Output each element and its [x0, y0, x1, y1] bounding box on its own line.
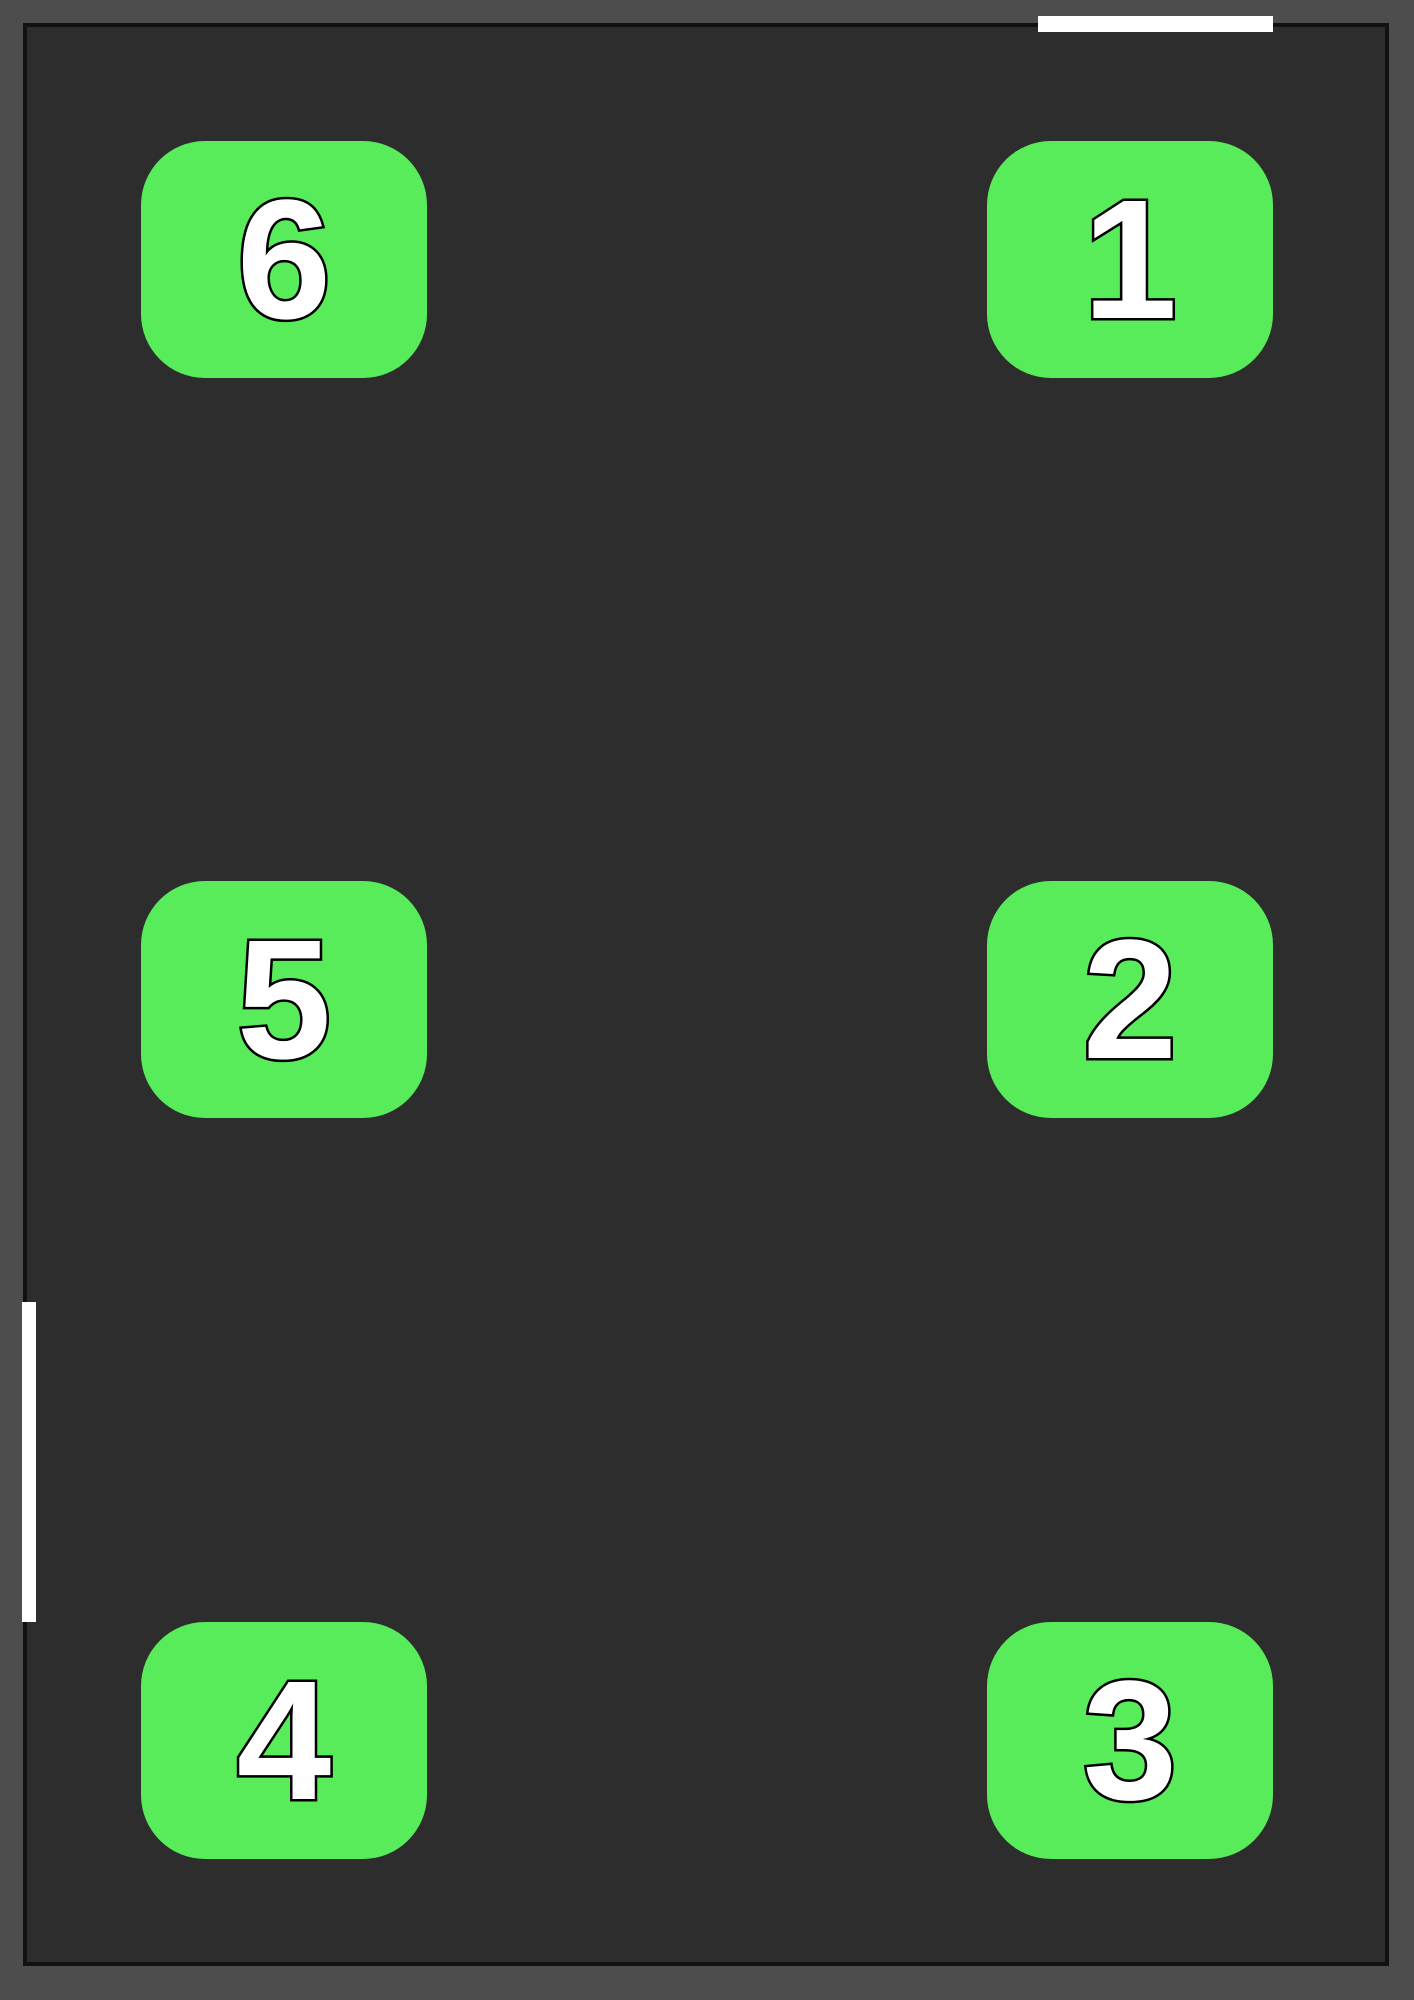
station-5[interactable]: 5: [141, 881, 427, 1118]
station-6-label: 6: [234, 164, 334, 355]
door-left: [22, 1302, 36, 1622]
door-top: [1038, 16, 1273, 32]
station-4-label: 4: [234, 1645, 334, 1836]
station-1-label: 1: [1080, 164, 1180, 355]
station-3[interactable]: 3: [987, 1622, 1273, 1859]
station-3-label: 3: [1080, 1645, 1180, 1836]
station-5-label: 5: [234, 904, 334, 1095]
station-4[interactable]: 4: [141, 1622, 427, 1859]
station-6[interactable]: 6: [141, 141, 427, 378]
station-1[interactable]: 1: [987, 141, 1273, 378]
station-2[interactable]: 2: [987, 881, 1273, 1118]
station-2-label: 2: [1080, 904, 1180, 1095]
